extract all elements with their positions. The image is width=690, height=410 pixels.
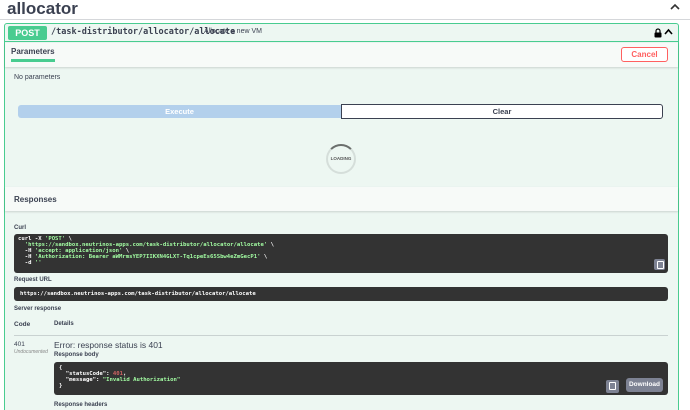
error-message: Error: response status is 401 [54,340,163,350]
chevron-up-icon[interactable] [664,28,673,36]
operation-description: Allocate a new VM [204,28,262,35]
operation-block: POST /task-distributor/allocator/allocat… [4,23,679,410]
request-url-label: Request URL [14,277,52,283]
execute-button[interactable]: Execute [18,105,341,118]
copy-icon[interactable] [654,259,665,270]
tag-title: allocator [7,0,78,18]
response-body-label: Response body [54,352,99,358]
response-headers-label: Response headers [54,402,108,408]
server-response-label: Server response [14,306,62,312]
chevron-up-icon[interactable] [670,3,680,11]
code-column-header: Code [14,321,31,328]
download-button[interactable]: Download [626,378,663,392]
clear-button[interactable]: Clear [341,104,663,119]
undocumented-note: Undocumented [14,349,48,355]
no-parameters-text: No parameters [14,74,61,81]
responses-title: Responses [14,195,57,204]
curl-code-block[interactable]: curl -X 'POST' \ 'https://sandbox.neutri… [14,234,668,273]
status-code: 401 [14,341,25,348]
curl-command: curl -X 'POST' \ 'https://sandbox.neutri… [18,236,274,266]
tab-parameters[interactable]: Parameters [11,47,55,62]
tag-header[interactable]: allocator [0,0,690,20]
curl-label: Curl [14,225,26,231]
operation-summary[interactable]: POST /task-distributor/allocator/allocat… [5,24,678,42]
response-body: { "statusCode": 401, "message": "Invalid… [59,365,181,389]
parameters-header: Parameters Cancel [5,43,678,67]
cancel-button[interactable]: Cancel [621,47,668,62]
details-column-header: Details [54,321,74,327]
responses-header: Responses [5,187,678,211]
method-badge: POST [8,26,47,40]
lock-icon[interactable] [654,28,662,38]
divider [14,335,668,336]
response-body-block[interactable]: { "statusCode": 401, "message": "Invalid… [54,362,668,395]
request-url: https://sandbox.neutrinos-apps.com/task-… [20,291,256,297]
copy-icon[interactable] [606,380,619,393]
request-url-block[interactable]: https://sandbox.neutrinos-apps.com/task-… [14,287,668,301]
loading-spinner: LOADING [326,144,356,174]
